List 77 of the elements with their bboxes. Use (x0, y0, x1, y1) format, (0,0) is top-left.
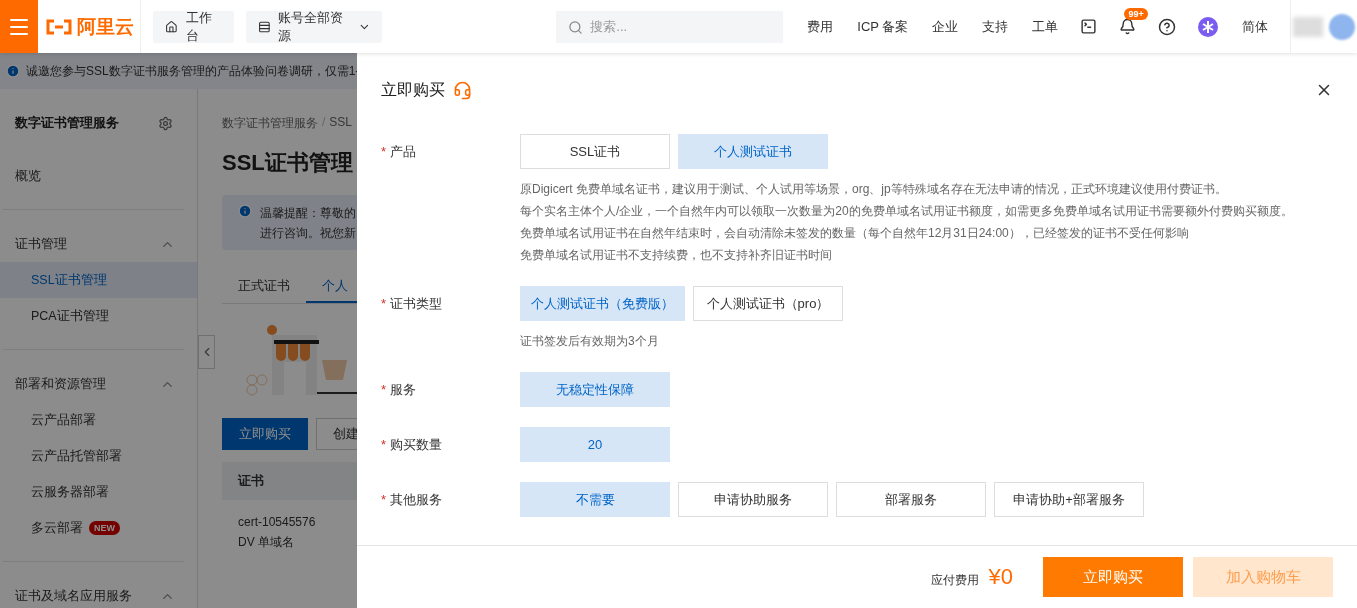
form-label: 服务 (390, 380, 417, 399)
fee-amount: ¥0 (988, 564, 1013, 590)
search-field[interactable]: 搜索... (556, 10, 784, 43)
tab[interactable]: 正式证书 (222, 270, 306, 303)
nav-link[interactable]: ICP 备案 (857, 17, 909, 36)
option-button[interactable]: 个人测试证书（pro） (693, 286, 843, 321)
nav-link[interactable]: 支持 (982, 17, 1009, 36)
sidebar-item[interactable]: 多云部署 NEW (0, 510, 197, 546)
sidebar-item[interactable]: 概览 (0, 158, 197, 194)
option-button[interactable]: 不需要 (520, 482, 670, 517)
option-button[interactable]: 个人测试证书 (678, 134, 828, 169)
breadcrumb-separator: / (322, 115, 326, 131)
sidebar-item[interactable]: 云服务器部署 (0, 474, 197, 510)
form-label: 购买数量 (390, 435, 443, 454)
sidebar-item[interactable]: PCA证书管理 (0, 298, 197, 334)
menu-button[interactable] (0, 0, 38, 53)
nav-link[interactable]: 工单 (1032, 17, 1059, 36)
table-cell-text: cert-10545576 (238, 514, 317, 530)
workbench-button[interactable]: 工作台 (153, 10, 234, 43)
sidebar-item[interactable]: 云产品部署 (0, 402, 197, 438)
option-button[interactable]: 申请协助+部署服务 (994, 482, 1144, 517)
sidebar-item-label: 多云部署 (31, 519, 83, 537)
alert-text: 进行咨询。祝您新 (260, 225, 356, 242)
help-text: 原Digicert 免费单域名证书，建议用于测试、个人试用等场景，org、jp等特殊域名存在无法申请的情况，正式环境建议使用付费证书。 (520, 181, 1228, 198)
list-icon (257, 19, 271, 34)
option-button[interactable]: 20 (520, 427, 670, 462)
fee-label: 应付费用 (930, 571, 979, 589)
terminal-icon[interactable] (1080, 18, 1098, 35)
table-cell-text: DV 单域名 (238, 534, 295, 550)
collapse-handle[interactable] (198, 335, 215, 369)
required-mark: * (381, 144, 387, 159)
required-mark: * (381, 437, 387, 452)
alert-text: 温馨提醒：尊敬的 (260, 205, 356, 222)
form-label: 产品 (390, 142, 417, 161)
page-title: SSL证书管理 (222, 149, 353, 177)
required-mark: * (381, 382, 387, 397)
option-button[interactable]: 无稳定性保障 (520, 372, 670, 407)
bell-icon[interactable] (1119, 18, 1137, 35)
breadcrumb-link[interactable]: 数字证书管理服务 (222, 115, 318, 133)
option-button[interactable]: SSL证书 (520, 134, 670, 169)
help-icon[interactable] (1158, 17, 1177, 36)
new-badge: NEW (89, 521, 120, 535)
form-label: 其他服务 (390, 490, 443, 509)
resources-dropdown[interactable]: 账号全部资源 (245, 10, 383, 43)
sidebar-group[interactable]: 证书及域名应用服务 (0, 578, 197, 608)
info-icon (6, 64, 20, 78)
sidebar-group[interactable]: 证书管理 (0, 226, 197, 262)
language-link[interactable]: 简体 (1242, 17, 1269, 36)
home-icon (165, 19, 179, 34)
option-button[interactable]: 个人测试证书（免费版） (520, 286, 685, 321)
help-text: 免费单域名试用证书不支持续费，也不支持补齐旧证书时间 (520, 247, 833, 264)
option-button[interactable]: 部署服务 (836, 482, 986, 517)
sidebar-group[interactable]: 部署和资源管理 (0, 366, 197, 402)
search-icon (568, 19, 584, 35)
sidebar-item[interactable]: 云产品托管部署 (0, 438, 197, 474)
help-text: 免费单域名试用证书在自然年结束时，会自动清除未签发的数量（每个自然年12月31日24:00），已经签发的证书不受任何影响 (520, 225, 1190, 242)
sidebar-item[interactable]: SSL证书管理 (0, 262, 197, 298)
info-icon (238, 204, 252, 218)
logo-icon (44, 18, 73, 35)
notification-badge: 99+ (1124, 8, 1148, 20)
required-mark: * (381, 492, 387, 507)
breadcrumb-link[interactable]: SSL (329, 115, 353, 133)
headset-icon[interactable] (453, 80, 472, 100)
logo-text[interactable]: 阿里云 (76, 13, 134, 40)
column-header: 证书 (238, 472, 264, 490)
nav-link[interactable]: 企业 (932, 17, 959, 36)
sidebar-title: 数字证书管理服务 (15, 114, 119, 132)
drawer-title: 立即购买 (381, 79, 445, 100)
nav-link[interactable]: 费用 (807, 17, 834, 36)
help-text: 每个实名主体个人/企业，一个自然年内可以领取一次数量为20的免费单域名试用证书额度，如需更多免费单域名试用证书需要额外付费购买额度。 (520, 203, 1293, 220)
settings-icon[interactable] (158, 115, 173, 131)
form-label: 证书类型 (390, 294, 443, 313)
option-button[interactable]: 申请协助服务 (678, 482, 828, 517)
required-mark: * (381, 296, 387, 311)
action-button[interactable]: 立即购买 (222, 418, 308, 450)
help-text: 证书签发后有效期为3个月 (520, 333, 660, 350)
star-avatar-icon[interactable] (1198, 16, 1219, 37)
